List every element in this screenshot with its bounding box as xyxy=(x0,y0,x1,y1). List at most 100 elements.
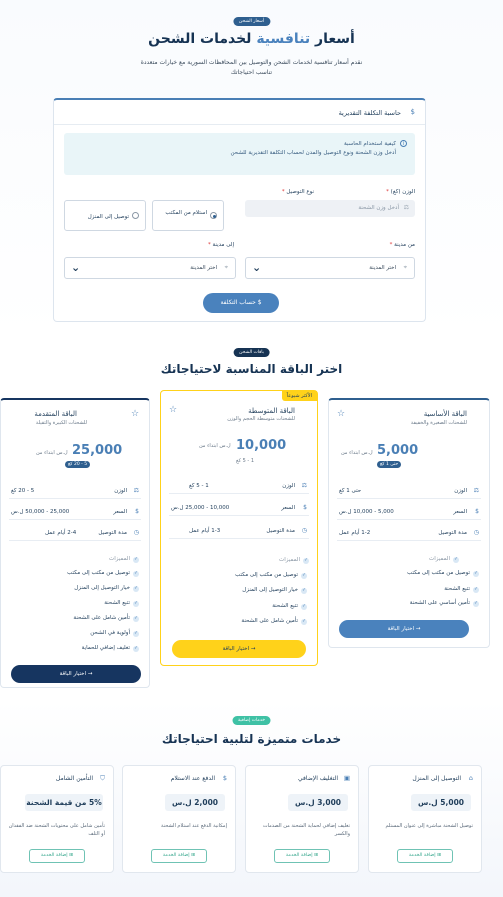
calculate-cost-button[interactable]: $ حساب التكلفة xyxy=(203,293,279,313)
delivery-type-label: نوع التوصيل * xyxy=(281,189,314,195)
check-icon: ✓ xyxy=(133,616,139,622)
arrow-icon: → xyxy=(250,646,256,652)
feature-item: ✓أولوية في الشحن xyxy=(90,630,139,637)
plan-from: ل.س ابتداء من xyxy=(199,443,231,449)
add-service-button[interactable]: ⊞ إضافة الخدمة xyxy=(151,849,207,863)
plan-price: 10,000 xyxy=(236,438,287,453)
title-accent: تنافسية xyxy=(256,31,311,47)
add-service-button[interactable]: ⊞ إضافة الخدمة xyxy=(397,849,453,863)
check-icon: ✓ xyxy=(133,646,139,652)
service-title: الدفع عند الاستلام xyxy=(170,775,215,782)
service-price: 5,000 ل.س xyxy=(411,794,471,811)
plan-row-price: $ السعر 10,000 - 25,000 ل.س xyxy=(169,501,309,516)
from-city-select[interactable]: ⌖ اختر المدينة ⌄ xyxy=(245,257,415,279)
service-card-cash-on-delivery: $ الدفع عند الاستلام 2,000 ل.س إمكانية ا… xyxy=(122,765,236,873)
plus-icon: ⊞ xyxy=(69,853,74,858)
check-icon: ✓ xyxy=(133,631,139,637)
check-icon: ✓ xyxy=(473,587,479,593)
arrow-icon: → xyxy=(87,671,93,677)
clock-icon: ◷ xyxy=(473,529,479,536)
hero-badge: أسعار الشحن xyxy=(232,17,271,26)
dollar-icon: $ xyxy=(410,108,415,116)
check-icon: ✓ xyxy=(473,601,479,607)
check-icon: ✓ xyxy=(301,604,307,610)
chevron-down-icon: ⌄ xyxy=(71,261,81,274)
plan-row-price: $ السعر 5,000 - 10,000 ل.س xyxy=(337,505,481,520)
service-desc: تغليف إضافي لحماية الشحنة من الصدمات وال… xyxy=(262,823,350,837)
feature-item: ✓توصيل من مكتب إلى مكتب xyxy=(407,570,479,577)
radio-selected[interactable] xyxy=(210,212,217,219)
choose-plan-button[interactable]: → اختيار الباقة xyxy=(172,640,306,658)
clock-icon: ◷ xyxy=(301,527,307,534)
plan-name: الباقة المتقدمة xyxy=(34,410,77,418)
dollar-icon: $ xyxy=(475,508,479,515)
add-service-button[interactable]: ⊞ إضافة الخدمة xyxy=(29,849,85,863)
service-desc: تأمين شامل على محتويات الشحنة ضد الفقدان… xyxy=(8,823,105,837)
page-title: أسعار تنافسية لخدمات الشحن xyxy=(0,31,503,47)
check-icon: ✓ xyxy=(301,573,307,579)
weight-icon: ⚖ xyxy=(133,487,139,494)
radio-unselected[interactable] xyxy=(132,212,139,219)
plan-price: 25,000 xyxy=(72,443,123,458)
hero-subtitle-1: نقدم أسعار تنافسية لخدمات الشحن والتوصيل… xyxy=(140,59,363,66)
plan-price: 5,000 xyxy=(377,443,419,458)
check-icon: ✓ xyxy=(133,571,139,577)
feature-item: ✓خيار التوصيل إلى المنزل xyxy=(242,587,307,594)
service-title: التغليف الإضافي xyxy=(298,775,338,782)
feature-item: ✓تتبع الشحنة xyxy=(104,600,139,607)
feature-item: ✓تتبع الشحنة xyxy=(272,603,307,610)
location-pin-icon: ⌖ xyxy=(403,264,407,271)
feature-item: ✓تغليف إضافي للحماية xyxy=(81,645,139,652)
plan-row-price: $ السعر 25,000 - 50,000 ل.س xyxy=(9,505,141,520)
star-icon: ☆ xyxy=(169,405,178,415)
service-price: 2,000 ل.س xyxy=(165,794,225,811)
chevron-down-icon: ⌄ xyxy=(252,261,262,274)
weight-icon: ⚖ xyxy=(301,482,307,489)
info-box: i كيفية استخدام الحاسبة أدخل وزن الشحنة … xyxy=(64,133,415,175)
from-city-label: من مدينة * xyxy=(389,242,415,248)
plus-icon: ⊞ xyxy=(437,853,442,858)
pricing-page: أسعار الشحن أسعار تنافسية لخدمات الشحن ن… xyxy=(0,0,503,897)
features-heading: ✓المميزات xyxy=(279,557,309,564)
dollar-icon: $ xyxy=(222,774,227,782)
feature-item: ✓تأمين شامل على الشحنة xyxy=(73,615,139,622)
info-icon: i xyxy=(400,140,407,147)
choose-plan-button[interactable]: → اختيار الباقة xyxy=(339,620,469,638)
plan-desc: للشحنات الصغيرة والخفيفة xyxy=(410,420,467,426)
weight-input[interactable]: ⚖ أدخل وزن الشحنة xyxy=(245,200,415,217)
service-card-insurance: ⛉ التأمين الشامل 5% من قيمة الشحنة تأمين… xyxy=(0,765,114,873)
services-title: خدمات متميزة لتلبية احتياجاتك xyxy=(161,732,342,746)
arrow-icon: → xyxy=(415,626,421,632)
location-pin-icon: ⌖ xyxy=(224,264,228,271)
info-title: كيفية استخدام الحاسبة xyxy=(344,141,396,147)
hero-subtitle-2: تناسب احتياجاتك xyxy=(230,69,273,76)
choose-plan-button[interactable]: → اختيار الباقة xyxy=(11,665,141,683)
service-desc: توصيل الشحنة مباشرة إلى عنوان المستلم xyxy=(385,823,473,829)
service-card-packaging: ▣ التغليف الإضافي 3,000 ل.س تغليف إضافي … xyxy=(245,765,359,873)
popular-badge: الأكثر شيوعاً xyxy=(281,391,317,401)
plans-badge: باقات الشحن xyxy=(233,348,270,357)
service-title: التأمين الشامل xyxy=(55,775,93,782)
cost-calculator: $ حاسبة التكلفة التقديرية i كيفية استخدا… xyxy=(53,98,426,322)
check-icon: ✓ xyxy=(133,586,139,592)
plan-row-duration: ◷ مدة التوصيل 1-3 أيام عمل xyxy=(169,524,309,539)
add-service-button[interactable]: ⊞ إضافة الخدمة xyxy=(274,849,330,863)
plans-title: اختر الباقة المناسبة لاحتياجاتك xyxy=(160,362,343,376)
plan-row-weight: ⚖ الوزن 1 - 5 كغ xyxy=(169,479,309,494)
check-icon: ✓ xyxy=(301,619,307,625)
plan-row-weight: ⚖ الوزن حتى 1 كغ xyxy=(337,484,481,499)
plan-from: ل.س ابتداء من xyxy=(36,450,68,456)
option-office-pickup[interactable]: استلام من المكتب xyxy=(152,200,224,231)
feature-item: ✓تأمين شامل على الشحنة xyxy=(241,618,307,625)
to-city-select[interactable]: ⌖ اختر المدينة ⌄ xyxy=(64,257,236,279)
title-prefix: أسعار xyxy=(315,31,355,47)
star-icon: ☆ xyxy=(337,409,346,419)
plan-row-duration: ◷ مدة التوصيل 2-4 أيام عمل xyxy=(9,526,141,541)
to-city-label: إلى مدينة * xyxy=(207,242,234,248)
title-suffix: لخدمات الشحن xyxy=(148,31,252,47)
weight-icon: ⚖ xyxy=(473,487,479,494)
plan-desc: للشحنات الكبيرة والثقيلة xyxy=(35,420,87,426)
plan-card-medium: الأكثر شيوعاً ☆ الباقة المتوسطة للشحنات … xyxy=(160,390,318,666)
option-home-delivery[interactable]: توصيل إلى المنزل xyxy=(64,200,146,231)
weight-badge: 1 - 5 كغ xyxy=(236,458,254,464)
